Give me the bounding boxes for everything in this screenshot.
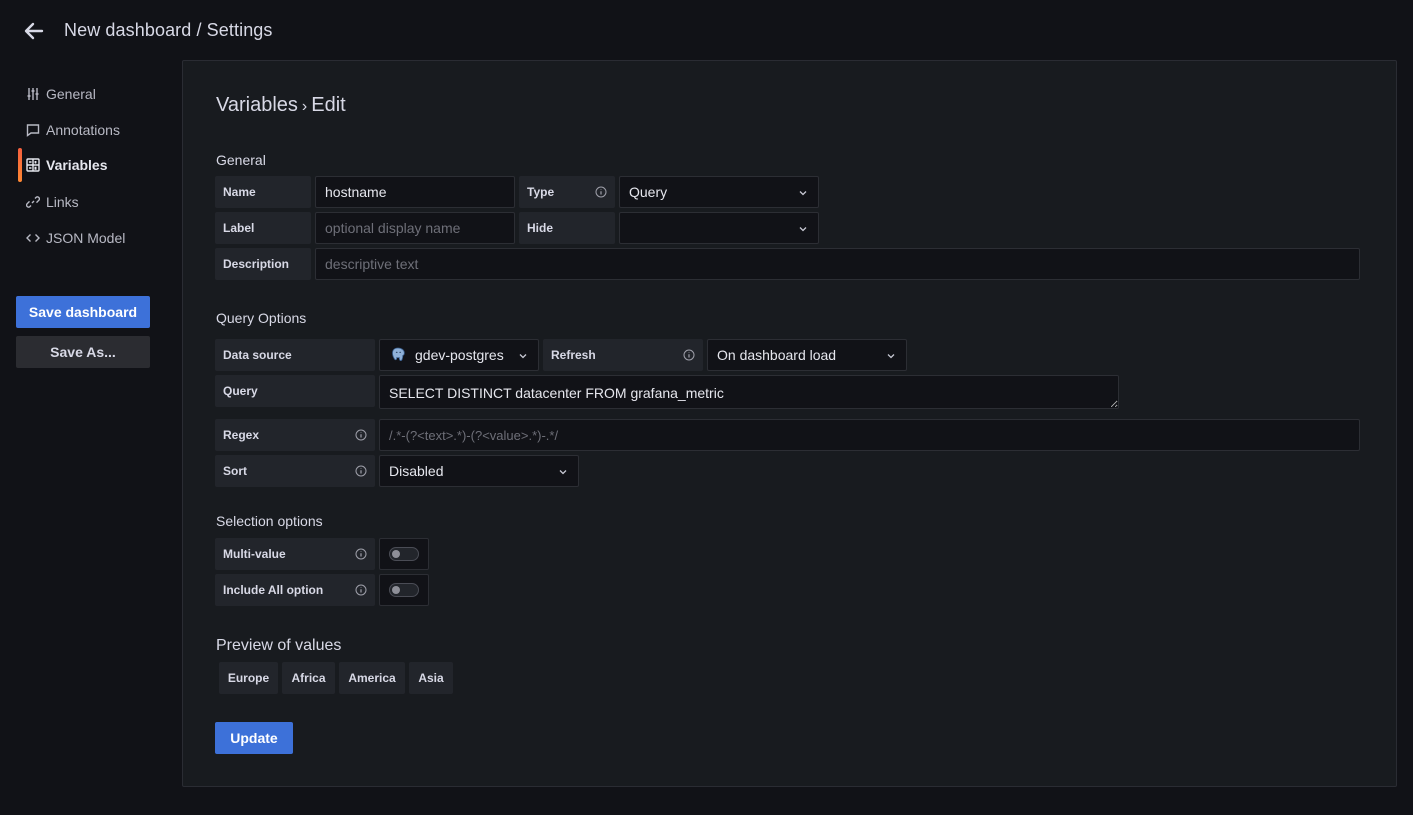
info-circle-icon[interactable]	[355, 429, 367, 441]
info-circle-icon[interactable]	[355, 465, 367, 477]
sidebar-item-label: Annotations	[46, 122, 120, 138]
hide-label: Hide	[519, 212, 615, 244]
description-input[interactable]	[315, 248, 1360, 280]
multi-value-label: Multi-value	[215, 538, 375, 570]
regex-label: Regex	[215, 419, 375, 451]
datasource-select[interactable]: gdev-postgres	[379, 339, 539, 371]
preview-value-chip: America	[339, 662, 405, 694]
info-circle-icon[interactable]	[683, 349, 695, 361]
sidebar-item-label: JSON Model	[46, 230, 126, 246]
refresh-label: Refresh	[543, 339, 703, 371]
description-label: Description	[215, 248, 311, 280]
sidebar-item-links[interactable]: Links	[18, 184, 168, 220]
toggle-track	[389, 547, 419, 561]
preview-section-title: Preview of values	[216, 637, 342, 654]
breadcrumb-edit: Edit	[311, 94, 346, 116]
hide-select[interactable]	[619, 212, 819, 244]
save-dashboard-button[interactable]: Save dashboard	[16, 296, 150, 328]
include-all-label: Include All option	[215, 574, 375, 606]
include-all-toggle[interactable]	[379, 574, 429, 606]
toggle-track	[389, 583, 419, 597]
calculator-icon	[26, 158, 40, 172]
sidebar-item-json-model[interactable]: JSON Model	[18, 220, 168, 256]
sort-select[interactable]: Disabled	[379, 455, 579, 487]
breadcrumb: Variables › Edit	[216, 94, 346, 117]
sidebar-item-variables[interactable]: Variables	[18, 147, 168, 183]
sidebar-item-label: General	[46, 86, 96, 102]
name-input[interactable]	[315, 176, 515, 208]
breadcrumb-variables[interactable]: Variables	[216, 94, 298, 116]
sort-label: Sort	[215, 455, 375, 487]
query-textarea[interactable]: SELECT DISTINCT datacenter FROM grafana_…	[379, 375, 1119, 409]
chevron-down-icon	[798, 224, 808, 234]
preview-value-chip: Europe	[219, 662, 278, 694]
save-as-button[interactable]: Save As...	[16, 336, 150, 368]
chevron-down-icon	[798, 188, 808, 198]
chevron-down-icon	[518, 351, 528, 361]
chevron-down-icon	[558, 467, 568, 477]
info-circle-icon[interactable]	[355, 584, 367, 596]
name-label: Name	[215, 176, 311, 208]
comment-icon	[26, 123, 40, 137]
breadcrumb-separator: ›	[301, 98, 308, 115]
query-label: Query	[215, 375, 375, 407]
postgres-icon	[389, 346, 407, 364]
label-input[interactable]	[315, 212, 515, 244]
refresh-select[interactable]: On dashboard load	[707, 339, 907, 371]
update-button[interactable]: Update	[215, 722, 293, 754]
label-label: Label	[215, 212, 311, 244]
datasource-label: Data source	[215, 339, 375, 371]
query-options-section-title: Query Options	[216, 310, 307, 326]
sidebar-item-label: Variables	[46, 157, 108, 173]
page-header: New dashboard / Settings	[0, 0, 1413, 60]
link-icon	[26, 195, 40, 209]
page-title: New dashboard / Settings	[64, 20, 273, 40]
code-icon	[26, 231, 40, 245]
sidebar-item-annotations[interactable]: Annotations	[18, 112, 168, 148]
general-section-title: General	[216, 152, 266, 168]
sidebar-item-general[interactable]: General	[18, 76, 168, 112]
type-select[interactable]: Query	[619, 176, 819, 208]
sidebar-item-label: Links	[46, 194, 79, 210]
toggle-knob	[392, 586, 400, 594]
arrow-left-icon[interactable]	[22, 19, 46, 43]
info-circle-icon[interactable]	[355, 548, 367, 560]
chevron-down-icon	[886, 351, 896, 361]
selection-options-section-title: Selection options	[216, 513, 323, 529]
variable-edit-panel: Variables›Edit General Name Type Query L…	[182, 60, 1397, 787]
preview-value-chip: Africa	[282, 662, 335, 694]
regex-input[interactable]	[379, 419, 1360, 451]
multi-value-toggle[interactable]	[379, 538, 429, 570]
toggle-knob	[392, 550, 400, 558]
info-circle-icon[interactable]	[595, 186, 607, 198]
sliders-icon	[26, 87, 40, 101]
preview-value-chip: Asia	[409, 662, 453, 694]
type-label: Type	[519, 176, 615, 208]
